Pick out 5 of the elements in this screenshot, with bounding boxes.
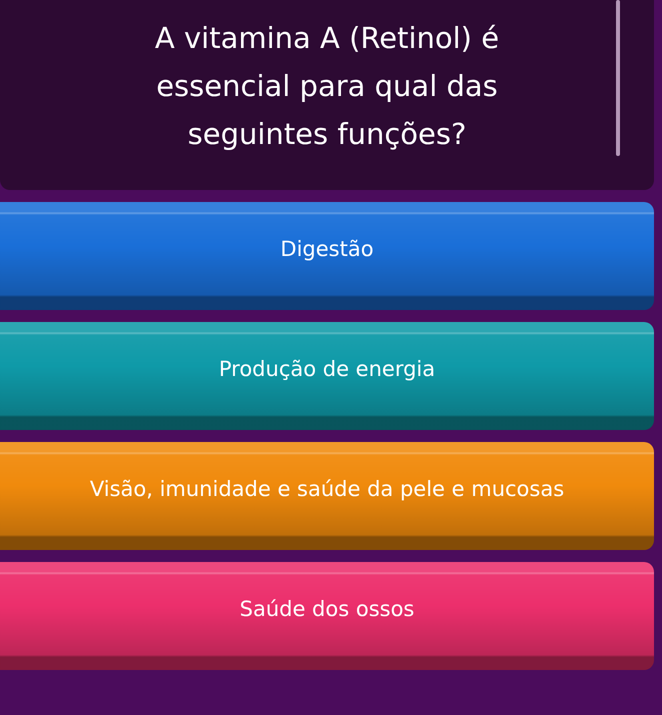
answer-option[interactable]: Saúde dos ossos: [0, 562, 654, 670]
answer-option[interactable]: Produção de energia: [0, 322, 654, 430]
question-text: A vitamina A (Retinol) é essencial para qual das seguintes funções?: [154, 20, 500, 153]
answer-option[interactable]: Digestão: [0, 202, 654, 310]
answer-option[interactable]: Visão, imunidade e saúde da pele e mucosas: [0, 442, 654, 550]
